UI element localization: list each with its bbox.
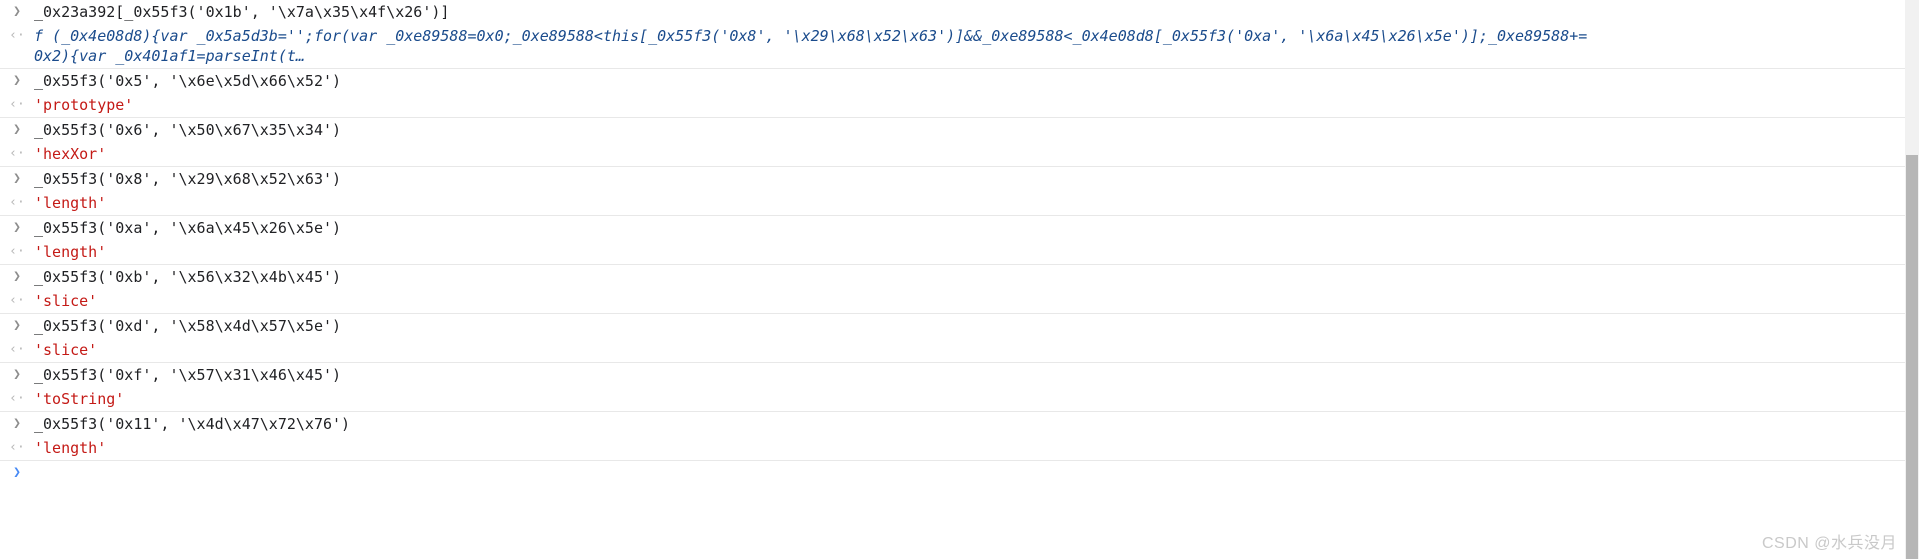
scrollbar-thumb[interactable] xyxy=(1906,155,1918,559)
output-arrow-icon: ‹· xyxy=(9,244,25,259)
console-result-value: 'slice' xyxy=(34,292,98,310)
input-arrow-icon: ❯ xyxy=(13,367,21,382)
console-expression-text: _0x55f3('0x6', '\x50\x67\x35\x34') xyxy=(34,121,342,139)
devtools-console-panel: ❯ _0x23a392[_0x55f3('0x1b', '\x7a\x35\x4f… xyxy=(0,0,1919,559)
output-arrow-icon: ‹· xyxy=(9,28,25,43)
console-output-row[interactable]: ‹· 'length' xyxy=(0,240,1905,264)
console-output-row[interactable]: ‹· 'toString' xyxy=(0,387,1905,411)
console-expression-text: _0x55f3('0x8', '\x29\x68\x52\x63') xyxy=(34,170,342,188)
console-expression-text: _0x55f3('0xf', '\x57\x31\x46\x45') xyxy=(34,366,342,384)
input-arrow-icon: ❯ xyxy=(13,269,21,284)
console-function-preview: f (_0x4e08d8){var _0x5a5d3b='';for(var _… xyxy=(34,27,1588,65)
input-arrow-icon: ❯ xyxy=(13,220,21,235)
console-message-list[interactable]: ❯ _0x23a392[_0x55f3('0x1b', '\x7a\x35\x4f… xyxy=(0,0,1905,559)
input-arrow-icon: ❯ xyxy=(13,318,21,333)
console-input-row[interactable]: ❯ _0x55f3('0xd', '\x58\x4d\x57\x5e') xyxy=(0,313,1905,338)
console-input-row[interactable]: ❯ _0x55f3('0x11', '\x4d\x47\x72\x76') xyxy=(0,411,1905,436)
input-arrow-icon: ❯ xyxy=(13,416,21,431)
csdn-watermark: CSDN @水兵没月 xyxy=(1761,535,1897,552)
console-expression-text: _0x55f3('0xd', '\x58\x4d\x57\x5e') xyxy=(34,317,342,335)
console-output-row[interactable]: ‹· 'length' xyxy=(0,191,1905,215)
input-arrow-icon: ❯ xyxy=(13,4,21,19)
console-output-row[interactable]: ‹· 'slice' xyxy=(0,289,1905,313)
console-result-value: 'length' xyxy=(34,243,107,261)
output-arrow-icon: ‹· xyxy=(9,391,25,406)
console-output-row[interactable]: ‹· f (_0x4e08d8){var _0x5a5d3b='';for(var… xyxy=(0,24,1905,68)
console-input-row[interactable]: ❯ _0x55f3('0xa', '\x6a\x45\x26\x5e') xyxy=(0,215,1905,240)
console-result-value: 'hexXor' xyxy=(34,145,107,163)
console-input-row[interactable]: ❯ _0x55f3('0xf', '\x57\x31\x46\x45') xyxy=(0,362,1905,387)
console-output-row[interactable]: ‹· 'slice' xyxy=(0,338,1905,362)
output-arrow-icon: ‹· xyxy=(9,440,25,455)
console-expression-text: _0x55f3('0xa', '\x6a\x45\x26\x5e') xyxy=(34,219,342,237)
output-arrow-icon: ‹· xyxy=(9,195,25,210)
console-input-row[interactable]: ❯ _0x23a392[_0x55f3('0x1b', '\x7a\x35\x4f… xyxy=(0,0,1905,24)
console-result-value: 'slice' xyxy=(34,341,98,359)
vertical-scrollbar[interactable] xyxy=(1905,0,1919,559)
console-expression-text: _0x23a392[_0x55f3('0x1b', '\x7a\x35\x4f\… xyxy=(34,3,450,21)
console-input-row[interactable]: ❯ _0x55f3('0x5', '\x6e\x5d\x66\x52') xyxy=(0,68,1905,93)
output-arrow-icon: ‹· xyxy=(9,97,25,112)
console-result-value: 'length' xyxy=(34,439,107,457)
console-input-row[interactable]: ❯ _0x55f3('0x8', '\x29\x68\x52\x63') xyxy=(0,166,1905,191)
output-arrow-icon: ‹· xyxy=(9,342,25,357)
input-arrow-icon: ❯ xyxy=(13,122,21,137)
output-arrow-icon: ‹· xyxy=(9,293,25,308)
console-result-value: 'length' xyxy=(34,194,107,212)
prompt-arrow-icon: ❯ xyxy=(13,465,21,480)
console-output-row[interactable]: ‹· 'hexXor' xyxy=(0,142,1905,166)
console-expression-text: _0x55f3('0x5', '\x6e\x5d\x66\x52') xyxy=(34,72,342,90)
input-arrow-icon: ❯ xyxy=(13,73,21,88)
console-input-row[interactable]: ❯ _0x55f3('0x6', '\x50\x67\x35\x34') xyxy=(0,117,1905,142)
console-expression-text: _0x55f3('0xb', '\x56\x32\x4b\x45') xyxy=(34,268,342,286)
console-output-row[interactable]: ‹· 'prototype' xyxy=(0,93,1905,117)
console-prompt-row[interactable]: ❯ xyxy=(0,460,1905,485)
console-expression-text: _0x55f3('0x11', '\x4d\x47\x72\x76') xyxy=(34,415,351,433)
console-result-value: 'prototype' xyxy=(34,96,134,114)
console-input-row[interactable]: ❯ _0x55f3('0xb', '\x56\x32\x4b\x45') xyxy=(0,264,1905,289)
console-output-row[interactable]: ‹· 'length' xyxy=(0,436,1905,460)
output-arrow-icon: ‹· xyxy=(9,146,25,161)
input-arrow-icon: ❯ xyxy=(13,171,21,186)
console-result-value: 'toString' xyxy=(34,390,125,408)
